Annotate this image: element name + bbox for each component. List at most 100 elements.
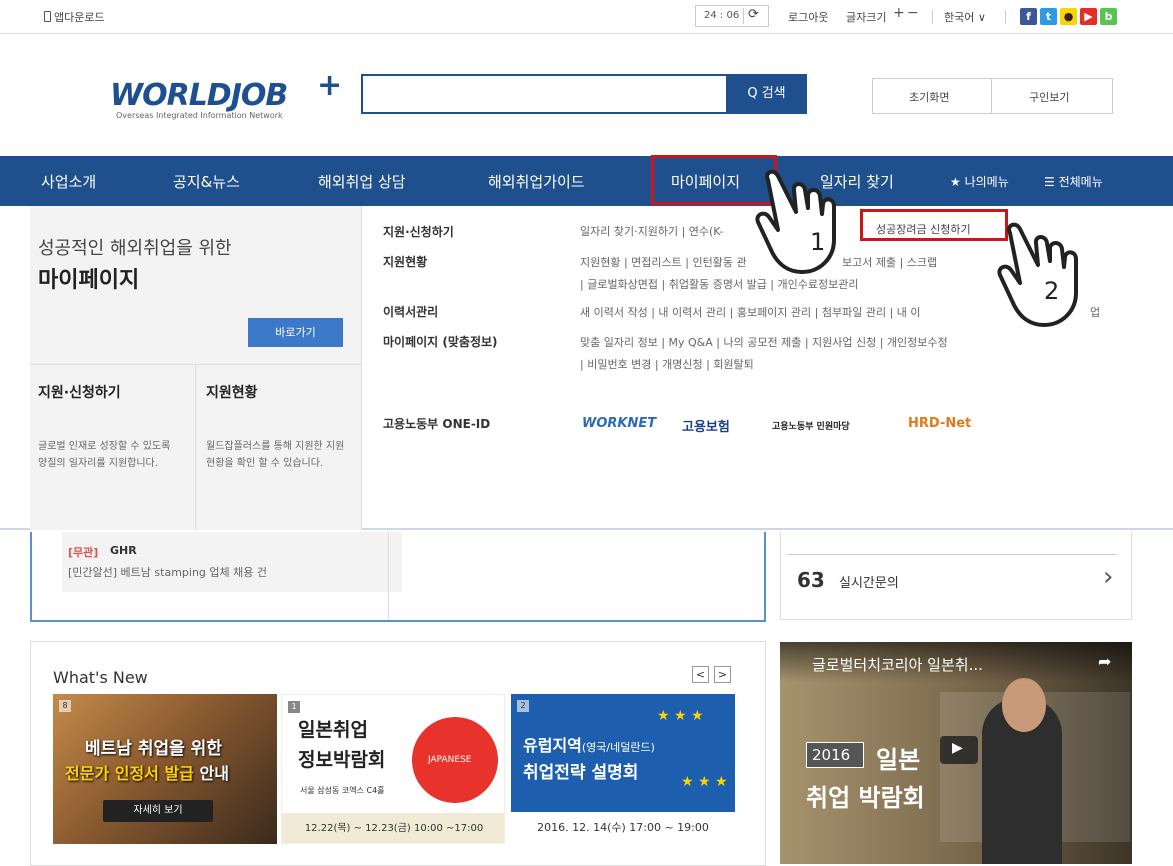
banner-date: 2016. 12. 14(수) 17:00 ~ 19:00 bbox=[511, 812, 735, 844]
next-arrow-button[interactable]: > bbox=[714, 666, 731, 683]
facebook-icon[interactable]: f bbox=[1020, 8, 1037, 25]
success-bonus-link[interactable]: 성공장려금 신청하기 bbox=[876, 221, 971, 237]
pointing-hand-icon-2: 2 bbox=[997, 222, 1078, 327]
prev-arrow-button[interactable]: < bbox=[692, 666, 709, 683]
hrdnet-logo[interactable]: HRD-Net bbox=[908, 416, 971, 431]
video-title: 글로벌터치코리아 일본취... bbox=[812, 656, 983, 674]
section-custom-links[interactable]: 맞춤 일자리 정보 | My Q&A | 나의 공모전 제출 | 지원사업 신청… bbox=[580, 334, 948, 350]
header-util-links: 초기화면 구인보기 bbox=[872, 78, 1113, 114]
nav-item-notice-news[interactable]: 공지&뉴스 bbox=[173, 171, 240, 192]
banner-number: 1 bbox=[288, 701, 300, 713]
step-1-number: 1 bbox=[810, 228, 825, 256]
refresh-icon[interactable]: ⟳ bbox=[748, 7, 759, 22]
banner-line1: 일본취업 bbox=[298, 719, 368, 741]
eu-stars: ★ ★ ★ bbox=[657, 708, 704, 724]
share-icon[interactable]: ➦ bbox=[1098, 652, 1111, 671]
section-custom-links-2[interactable]: | 비밀번호 변경 | 개명신청 | 회원탈퇴 bbox=[580, 356, 754, 372]
eu-stars-2: ★ ★ ★ bbox=[681, 774, 728, 790]
qna-label: 실시간문의 bbox=[839, 576, 899, 591]
font-decrease-button[interactable]: − bbox=[907, 5, 919, 21]
banner-place: 서울 삼성동 코엑스 C4홀 bbox=[300, 786, 385, 795]
twitter-icon[interactable]: t bbox=[1040, 8, 1057, 25]
minwon-logo[interactable]: 고용노동부 민원마당 bbox=[772, 419, 850, 432]
kakaostory-icon[interactable]: ● bbox=[1060, 8, 1077, 25]
section-resume-links[interactable]: 새 이력서 작성 | 내 이력서 관리 | 홍보페이지 관리 | 첨부파일 관리… bbox=[580, 304, 921, 320]
all-menu-link[interactable]: ☰ 전체메뉴 bbox=[1044, 173, 1103, 190]
search-button-label: Q 검색 bbox=[747, 86, 786, 101]
divider bbox=[195, 364, 196, 530]
section-resume-title[interactable]: 이력서관리 bbox=[383, 303, 438, 320]
job-company[interactable]: GHR bbox=[110, 544, 137, 557]
page: 앱다운로드 24 : 06 ⟳ 로그아웃 글자크기 + − 한국어 ∨ f t … bbox=[0, 0, 1173, 866]
worknet-logo[interactable]: WORKNET bbox=[582, 416, 656, 431]
divider bbox=[30, 364, 362, 365]
banner-line2-rest: 안내 bbox=[193, 764, 229, 783]
whats-new-section: What's New < > 8 베트남 취업을 위한 전문가 인정서 발급 안… bbox=[30, 641, 766, 866]
banner-line2-highlight: 전문가 인정서 발급 bbox=[65, 764, 194, 783]
my-menu-link[interactable]: ★ 나의메뉴 bbox=[950, 173, 1009, 190]
intro-tagline: 성공적인 해외취업을 위한 bbox=[38, 238, 232, 259]
intro-title: 마이페이지 bbox=[38, 268, 140, 293]
go-button[interactable]: 바로가기 bbox=[248, 318, 343, 347]
banner-line1-sub: (영국/네덜란드) bbox=[581, 741, 655, 754]
mypage-intro-panel: 성공적인 해외취업을 위한 마이페이지 바로가기 지원·신청하기 글로벌 인재로… bbox=[30, 206, 362, 530]
banner-japan-fair[interactable]: 1 JAPANESE 일본취업 정보박람회 서울 삼성동 코엑스 C4홀 12.… bbox=[281, 694, 505, 844]
blog-icon[interactable]: b bbox=[1100, 8, 1117, 25]
nav-item-consulting[interactable]: 해외취업 상담 bbox=[318, 171, 406, 192]
job-listing-box: [무관] GHR [민간알선] 베트남 stamping 업체 채용 건 bbox=[30, 532, 766, 622]
banner-line1-main: 유럽지역 bbox=[523, 736, 582, 755]
apply-card-desc: 글로벌 인재로 성장할 수 있도록 양질의 일자리를 지원합니다. bbox=[38, 441, 171, 469]
app-download-label: 앱다운로드 bbox=[54, 11, 105, 24]
timer-value: 24 : 06 bbox=[704, 10, 740, 21]
worldjob-logo[interactable]: WORLDJOB + Overseas Integrated Informati… bbox=[110, 68, 342, 120]
section-apply-links[interactable]: 일자리 찾기·지원하기 | 연수(K- bbox=[580, 223, 723, 239]
search-input[interactable] bbox=[361, 74, 728, 114]
banner-line1: 유럽지역(영국/네덜란드) bbox=[523, 732, 655, 756]
banner-number: 8 bbox=[59, 700, 71, 712]
employment-insurance-logo[interactable]: 고용보험 bbox=[682, 416, 730, 435]
job-item-bg bbox=[62, 532, 402, 592]
youtube-icon[interactable]: ▶ bbox=[1080, 8, 1097, 25]
status-card-desc: 월드잡플러스를 통해 지원한 지원현황을 확인 할 수 있습니다. bbox=[206, 441, 345, 469]
status-card-title[interactable]: 지원현황 bbox=[206, 382, 258, 402]
divider bbox=[388, 532, 389, 620]
realtime-qna-box[interactable]: 63 실시간문의 › bbox=[780, 532, 1132, 620]
divider bbox=[991, 79, 992, 113]
language-select[interactable]: 한국어 ∨ bbox=[944, 9, 986, 25]
logo-text: WORLDJOB bbox=[110, 78, 288, 113]
main-nav: 사업소개 공지&뉴스 해외취업 상담 해외취업가이드 마이페이지 일자리 찾기 … bbox=[0, 156, 1173, 206]
qna-icon: 63 bbox=[797, 568, 825, 592]
video-year: 2016 bbox=[812, 746, 851, 764]
logout-link[interactable]: 로그아웃 bbox=[788, 9, 828, 25]
banner-vietnam[interactable]: 8 베트남 취업을 위한 전문가 인정서 발급 안내 자세히 보기 bbox=[53, 694, 277, 844]
app-download-link[interactable]: 앱다운로드 bbox=[44, 9, 105, 25]
banner-line2: 취업전략 설명회 bbox=[523, 763, 639, 783]
section-custom-title[interactable]: 마이페이지 (맞춤정보) bbox=[383, 333, 498, 350]
pointing-hand-icon: 1 bbox=[755, 169, 836, 274]
timer-divider bbox=[743, 8, 744, 24]
banner-line2: 정보박람회 bbox=[298, 749, 386, 771]
job-category: [무관] bbox=[68, 546, 99, 559]
section-status-title[interactable]: 지원현황 bbox=[383, 253, 427, 270]
section-apply-title[interactable]: 지원·신청하기 bbox=[383, 223, 454, 240]
nav-item-about[interactable]: 사업소개 bbox=[41, 171, 96, 192]
play-button[interactable]: ▶ bbox=[940, 736, 978, 764]
divider bbox=[787, 554, 1117, 555]
top-utility-bar: 앱다운로드 24 : 06 ⟳ 로그아웃 글자크기 + − 한국어 ∨ f t … bbox=[0, 0, 1173, 34]
speaker-head bbox=[1002, 678, 1046, 732]
nav-item-guide[interactable]: 해외취업가이드 bbox=[488, 171, 585, 192]
divider bbox=[1005, 10, 1006, 24]
video-player[interactable]: 글로벌터치코리아 일본취... ➦ 2016 일본 취업 박람회 ▶ bbox=[780, 642, 1132, 864]
search-button[interactable]: Q 검색 bbox=[726, 74, 807, 114]
job-description[interactable]: [민간알선] 베트남 stamping 업체 채용 건 bbox=[68, 564, 267, 580]
banner-europe[interactable]: 2 ★ ★ ★ ★ ★ ★ 유럽지역(영국/네덜란드) 취업전략 설명회 201… bbox=[511, 694, 735, 844]
font-size-label: 글자크기 bbox=[846, 11, 887, 24]
whats-new-title: What's New bbox=[53, 668, 148, 687]
chevron-right-icon[interactable]: › bbox=[1103, 562, 1113, 592]
detail-button[interactable]: 자세히 보기 bbox=[103, 800, 213, 822]
apply-card-title[interactable]: 지원·신청하기 bbox=[38, 382, 121, 402]
home-link[interactable]: 초기화면 bbox=[909, 89, 949, 105]
section-status-links[interactable]: 지원현황 | 면접리스트 | 인턴활동 관 bbox=[580, 254, 747, 270]
font-increase-button[interactable]: + bbox=[893, 5, 905, 21]
recruit-link[interactable]: 구인보기 bbox=[1029, 89, 1069, 105]
